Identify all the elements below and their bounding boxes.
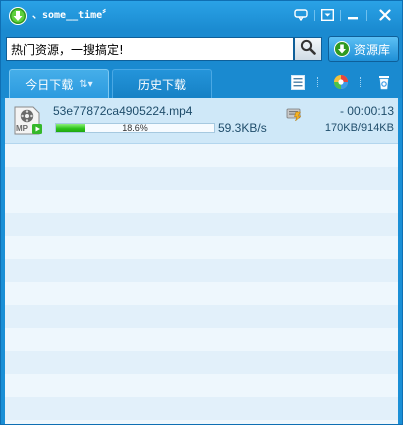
file-type-label: MP bbox=[16, 124, 29, 133]
video-file-icon: MP bbox=[13, 106, 43, 136]
search-input[interactable] bbox=[6, 37, 294, 61]
title-separator bbox=[366, 10, 367, 21]
size-info: 170KB/914KB bbox=[324, 122, 394, 134]
color-ball-icon[interactable] bbox=[332, 73, 350, 91]
toolbar-separator bbox=[360, 77, 363, 87]
download-speed: 59.3KB/s bbox=[218, 121, 267, 135]
resource-library-label: 资源库 bbox=[354, 42, 391, 57]
download-arrow-icon bbox=[334, 41, 350, 57]
title-separator bbox=[314, 10, 315, 21]
close-icon[interactable] bbox=[374, 6, 396, 24]
toolbar-separator bbox=[317, 77, 320, 87]
recycle-bin-icon[interactable] bbox=[375, 73, 393, 91]
minimize-icon[interactable] bbox=[342, 6, 364, 24]
tab-bar: 今日下载 ⇅▾ 历史下载 bbox=[1, 67, 402, 98]
file-name: 53e77872ca4905224.mp4 bbox=[53, 104, 193, 118]
tab-label: 今日下载 bbox=[25, 77, 74, 92]
app-title: 、some__time〞 bbox=[32, 10, 113, 21]
list-view-icon[interactable] bbox=[289, 73, 307, 91]
progress-bar: 18.6% bbox=[55, 123, 215, 133]
time-remaining: - 00:00:13 bbox=[339, 104, 394, 118]
sort-icon[interactable]: ⇅▾ bbox=[79, 79, 92, 90]
download-item[interactable]: MP 53e77872ca4905224.mp4 - 00:00:13 18.6… bbox=[5, 98, 398, 144]
download-arrow-icon bbox=[9, 7, 27, 25]
title-separator bbox=[340, 10, 341, 21]
title-bar[interactable]: 、some__time〞 bbox=[1, 1, 402, 31]
search-bar: 资源库 bbox=[1, 31, 402, 67]
tab-today-downloads[interactable]: 今日下载 ⇅▾ bbox=[9, 69, 109, 98]
download-window: 、some__time〞 热门资源，一搜搞定! 资源库 今日下载 ⇅▾ 历史下载… bbox=[0, 0, 403, 425]
progress-percent: 18.6% bbox=[122, 123, 148, 133]
menu-icon[interactable] bbox=[316, 6, 338, 24]
search-button[interactable] bbox=[294, 37, 322, 61]
speed-boost-icon[interactable] bbox=[286, 106, 302, 122]
tab-label: 历史下载 bbox=[137, 77, 186, 92]
skin-icon[interactable] bbox=[290, 6, 312, 24]
tab-history-downloads[interactable]: 历史下载 bbox=[112, 69, 212, 98]
resource-library-button[interactable]: 资源库 bbox=[328, 36, 399, 62]
download-list[interactable]: MP 53e77872ca4905224.mp4 - 00:00:13 18.6… bbox=[5, 98, 398, 424]
search-icon bbox=[300, 39, 316, 59]
